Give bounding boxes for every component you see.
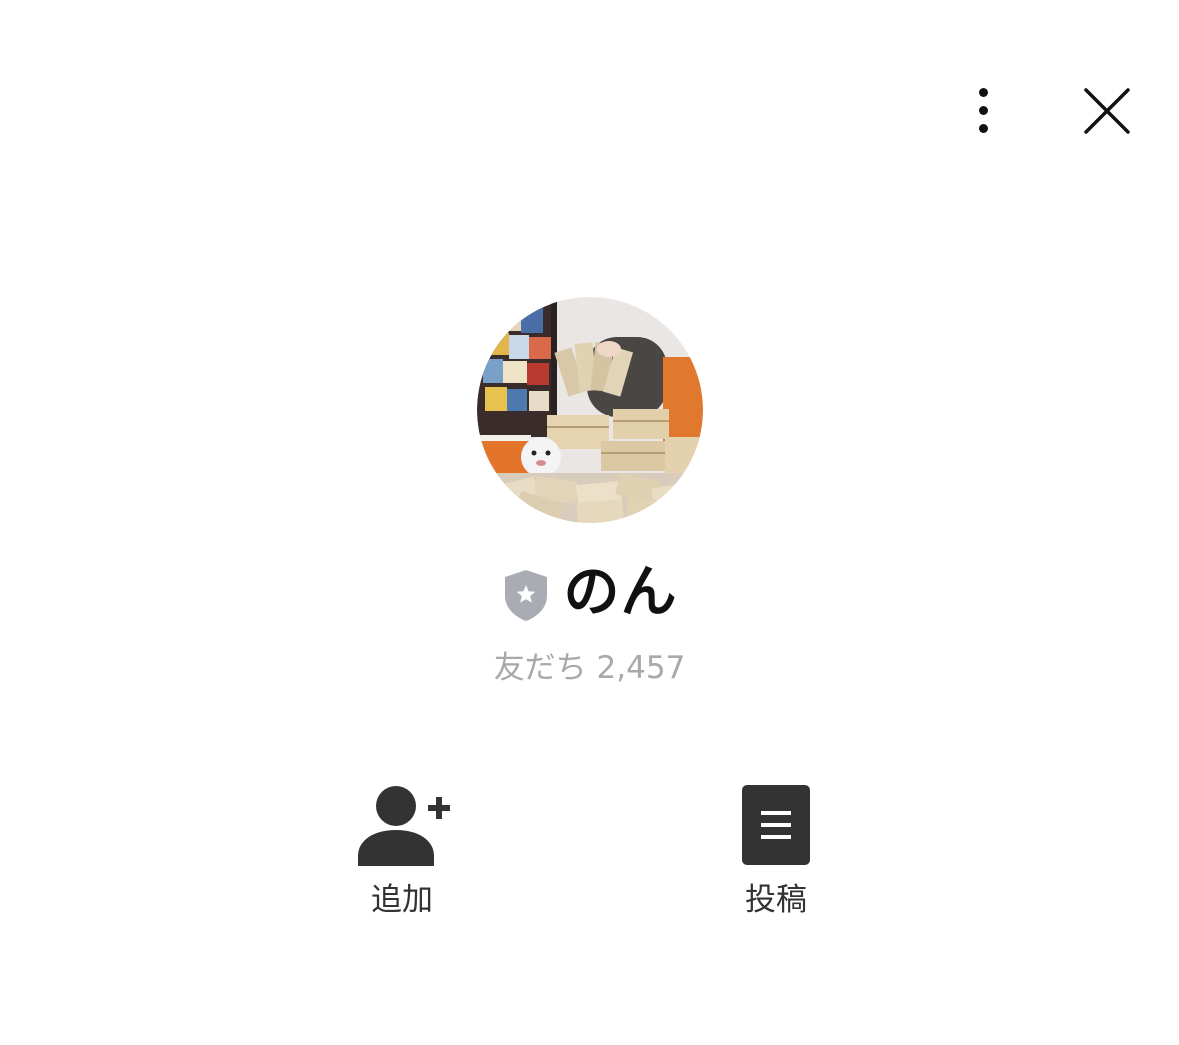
profile-name: のん bbox=[563, 560, 678, 625]
ellipsis-dot bbox=[979, 88, 988, 97]
profile-photo bbox=[477, 297, 703, 523]
close-icon bbox=[1084, 88, 1130, 134]
more-options-button[interactable] bbox=[958, 80, 1010, 142]
ellipsis-dot bbox=[979, 124, 988, 133]
add-friend-label: 追加 bbox=[371, 882, 433, 918]
post-icon-wrap bbox=[726, 778, 826, 866]
shield-star-icon bbox=[504, 570, 547, 621]
friends-count: 2,457 bbox=[596, 650, 686, 686]
profile-page: のん 友だち 2,457 追加 投稿 bbox=[0, 0, 1179, 1045]
friends-label: 友だち bbox=[493, 650, 587, 686]
ellipsis-dot bbox=[979, 106, 988, 115]
friends-count-row: 友だち 2,457 bbox=[0, 646, 1179, 690]
post-label: 投稿 bbox=[745, 882, 807, 918]
add-friend-icon-wrap bbox=[352, 778, 452, 866]
avatar[interactable] bbox=[477, 297, 703, 523]
profile-name-row: のん bbox=[0, 556, 1179, 630]
add-friend-icon bbox=[358, 786, 450, 866]
close-button[interactable] bbox=[1078, 82, 1136, 140]
add-friend-button[interactable]: 追加 bbox=[322, 778, 482, 928]
post-button[interactable]: 投稿 bbox=[696, 778, 856, 928]
document-icon bbox=[742, 785, 810, 865]
